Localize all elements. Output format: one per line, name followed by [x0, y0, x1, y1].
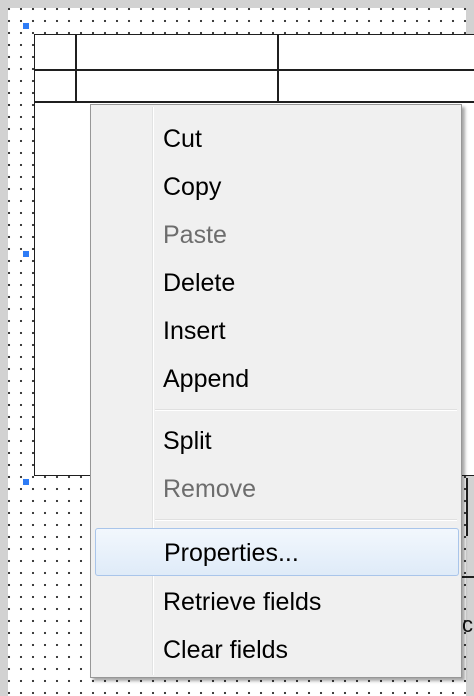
- clipped-text: c: [462, 612, 473, 637]
- menu-item-remove[interactable]: Remove: [91, 465, 461, 513]
- menu-item-delete[interactable]: Delete: [91, 259, 461, 307]
- context-menu: Cut Copy Paste Delete Insert Append Spli…: [90, 104, 462, 678]
- selection-handle-top-left[interactable]: [23, 23, 29, 29]
- menu-item-clear-fields[interactable]: Clear fields: [91, 626, 461, 674]
- table-row-divider: [35, 101, 474, 103]
- menu-item-properties[interactable]: Properties...: [95, 528, 459, 576]
- canvas-top-border: [0, 0, 474, 8]
- menu-item-insert[interactable]: Insert: [91, 307, 461, 355]
- menu-item-cut[interactable]: Cut: [91, 115, 461, 163]
- lower-object-edge: [466, 478, 468, 536]
- menu-item-paste[interactable]: Paste: [91, 211, 461, 259]
- canvas-left-border: [0, 0, 8, 696]
- menu-item-append[interactable]: Append: [91, 355, 461, 403]
- menu-item-retrieve-fields[interactable]: Retrieve fields: [91, 578, 461, 626]
- menu-separator: [155, 519, 457, 521]
- table-column-divider: [75, 35, 77, 102]
- table-row-divider: [35, 69, 474, 71]
- selection-handle-middle-left[interactable]: [23, 251, 29, 257]
- menu-separator: [155, 409, 457, 411]
- menu-item-split[interactable]: Split: [91, 417, 461, 465]
- selection-handle-bottom-left[interactable]: [23, 479, 29, 485]
- menu-item-copy[interactable]: Copy: [91, 163, 461, 211]
- table-column-divider: [277, 35, 279, 102]
